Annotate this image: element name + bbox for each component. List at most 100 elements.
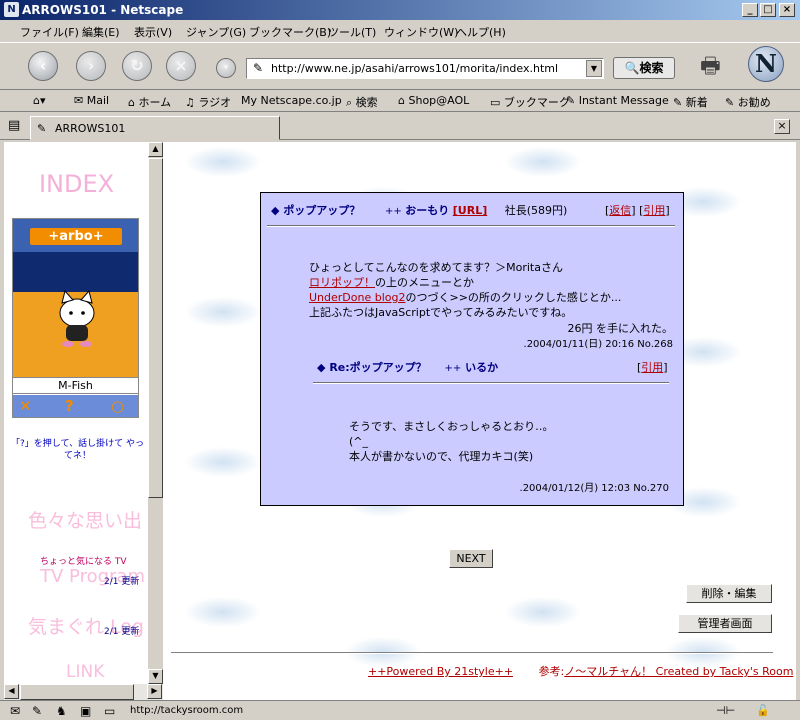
main-frame: ◆ ポップアップ？ ++ おーもり [URL] 社長(589円) [返信] [引…	[163, 142, 796, 700]
tv-updated: 2/1 更新	[104, 577, 140, 587]
quote-link[interactable]: 引用	[643, 204, 665, 217]
home-icon: ⌂	[128, 96, 139, 109]
tab-sidebar-icon[interactable]: ▤	[8, 118, 20, 133]
menu-go[interactable]: ジャンプ(G)	[186, 24, 246, 40]
netscape-logo[interactable]: N	[748, 46, 784, 82]
print-icon[interactable]: 🖶	[700, 49, 721, 87]
ok-ring-icon[interactable]: ○	[111, 397, 124, 415]
history-dropdown-button[interactable]: ▾	[216, 58, 236, 78]
page-icon: ✎	[253, 61, 264, 75]
composer-icon[interactable]: ✎	[32, 704, 42, 718]
new-link[interactable]: ✎ 新着	[673, 94, 708, 110]
search-icon: 🔍	[624, 61, 640, 75]
menu-tools[interactable]: ツール(T)	[328, 24, 376, 40]
menu-bookmarks[interactable]: ブックマーク(B)	[249, 24, 331, 40]
post-title-row: ◆ ポップアップ？	[271, 202, 360, 218]
post-body: ひょっとしてこんなのを求めてます？＞Moritaさん ロリポップ！の上のメニュー…	[309, 261, 622, 319]
maximize-button[interactable]: □	[760, 3, 776, 17]
post-date: .2004/01/11(日) 20:16 No.268	[523, 339, 673, 350]
link-icon: ✎	[37, 122, 47, 135]
cancel-game-icon[interactable]: ✕	[19, 397, 32, 415]
cat-character	[59, 289, 95, 347]
url-input[interactable]: ✎ http://www.ne.jp/asahi/arrows101/morit…	[246, 58, 604, 79]
reply-actions: [引用]	[637, 361, 668, 374]
memories-heading[interactable]: 色々な思い出	[28, 506, 142, 533]
title-bar[interactable]: N ARROWS101 - Netscape _ □ ×	[0, 0, 800, 20]
home-tab-icon[interactable]: ⌂▾	[33, 94, 46, 107]
reply-link[interactable]: 返信	[609, 204, 631, 217]
recommend-link[interactable]: ✎ お勧め	[725, 94, 771, 110]
lollipop-link[interactable]: ロリポップ！	[309, 276, 375, 289]
menu-view[interactable]: 表示(V)	[134, 24, 172, 40]
search-button[interactable]: 🔍検索	[613, 57, 675, 79]
minimize-button[interactable]: _	[742, 3, 758, 17]
post-url-link[interactable]: [URL]	[453, 204, 487, 217]
game-character-name: M-Fish	[13, 377, 138, 394]
hscroll-thumb[interactable]	[20, 684, 134, 700]
delete-edit-button[interactable]: 削除・編集	[686, 584, 772, 603]
post-line-1: ひょっとしてこんなのを求めてます？＞Moritaさん	[309, 261, 563, 274]
reply-quote-link[interactable]: 引用	[641, 361, 663, 374]
footer-divider	[171, 652, 773, 654]
post-divider	[267, 225, 675, 227]
credit-link[interactable]: ノ〜マルチャん！ Created by Tacky's Room	[564, 665, 793, 678]
admin-button[interactable]: 管理者画面	[678, 614, 772, 633]
personal-toolbar: ⌂▾ ✉ Mail ⌂ ホーム ♫ ラジオ My Netscape.co.jp …	[0, 90, 800, 112]
reply-date: .2004/01/12(月) 12:03 No.270	[519, 483, 669, 494]
menu-edit[interactable]: 編集(E)	[82, 24, 120, 40]
menu-window[interactable]: ウィンドウ(W)	[384, 24, 458, 40]
tab-arrows101[interactable]: ✎ ARROWS101	[30, 116, 280, 140]
scroll-up-icon[interactable]: ▲	[148, 142, 163, 157]
stop-button[interactable]: ×	[166, 51, 196, 81]
reload-button[interactable]: ↻	[122, 51, 152, 81]
menu-bar: ファイル(F) 編集(E) 表示(V) ジャンプ(G) ブックマーク(B) ツー…	[0, 20, 800, 42]
bbs-post: ◆ ポップアップ？ ++ おーもり [URL] 社長(589円) [返信] [引…	[260, 192, 684, 506]
window-title: ARROWS101 - Netscape	[22, 3, 184, 17]
mail-status-icon[interactable]: ✉	[10, 704, 20, 718]
news-icon[interactable]: ▭	[104, 704, 115, 718]
security-lock-icon[interactable]: 🔓	[756, 704, 770, 717]
scroll-right-icon[interactable]: ▶	[147, 684, 162, 699]
powered-link[interactable]: ++Powered By 21style++	[368, 665, 513, 678]
close-tab-button[interactable]: ×	[774, 119, 790, 134]
talk-question-icon[interactable]: ?	[65, 397, 74, 415]
mail-link[interactable]: ✉ Mail	[74, 94, 109, 107]
mail-icon: ✉	[74, 94, 87, 107]
menu-file[interactable]: ファイル(F)	[20, 24, 79, 40]
navigation-toolbar: ‹ › ↻ × ▾ ✎ http://www.ne.jp/asahi/arrow…	[0, 42, 800, 90]
netscape-jp-link[interactable]: My Netscape.co.jp	[241, 94, 342, 107]
forward-button[interactable]: ›	[76, 51, 106, 81]
aim-icon[interactable]: ♞	[56, 704, 67, 718]
scroll-down-icon[interactable]: ▼	[148, 669, 163, 684]
menu-help[interactable]: ヘルプ(H)	[456, 24, 506, 40]
left-frame: INDEX +arbo+ M-Fish ✕ ? ○ 「?」を押して、話し掛けて …	[4, 142, 149, 684]
bookmarks-link[interactable]: ▭ ブックマーク	[490, 94, 570, 110]
close-window-button[interactable]: ×	[779, 3, 795, 17]
left-frame-scrollbar[interactable]: ▲ ▼	[148, 142, 163, 684]
reply-title-row: ◆ Re:ポップアップ？ ++ いるか	[317, 361, 499, 374]
radio-link[interactable]: ♫ ラジオ	[185, 94, 231, 110]
shop-aol-link[interactable]: ⌂ Shop@AOL	[398, 94, 469, 107]
home-link[interactable]: ⌂ ホーム	[128, 94, 171, 110]
online-status-icon[interactable]: ⊣⊢	[716, 704, 735, 717]
search-icon: ⌕	[346, 96, 356, 109]
next-button[interactable]: NEXT	[449, 549, 493, 568]
game-hint: 「?」を押して、話し掛けて やってネ！	[11, 439, 144, 461]
folder-icon: ▭	[490, 96, 504, 109]
back-button[interactable]: ‹	[28, 51, 58, 81]
underdone-link[interactable]: UnderDone blog2	[309, 291, 405, 304]
instant-message-link[interactable]: ✎ Instant Message	[566, 94, 669, 107]
scroll-left-icon[interactable]: ◀	[4, 684, 19, 699]
url-dropdown-icon[interactable]: ▼	[586, 60, 602, 77]
address-book-icon[interactable]: ▣	[80, 704, 91, 718]
scroll-thumb[interactable]	[148, 158, 163, 498]
link-heading[interactable]: LINK	[66, 662, 104, 682]
link-icon: ✎	[566, 94, 579, 107]
left-frame-hscrollbar[interactable]: ◀ ▶	[4, 684, 163, 700]
link-icon: ✎	[673, 96, 686, 109]
search-link[interactable]: ⌕ 検索	[346, 94, 378, 110]
post-author-row: ++ おーもり [URL] 社長(589円)	[385, 204, 568, 217]
diamond-icon: ◆	[317, 361, 326, 374]
index-heading: INDEX	[38, 170, 115, 198]
tab-label: ARROWS101	[55, 122, 126, 135]
